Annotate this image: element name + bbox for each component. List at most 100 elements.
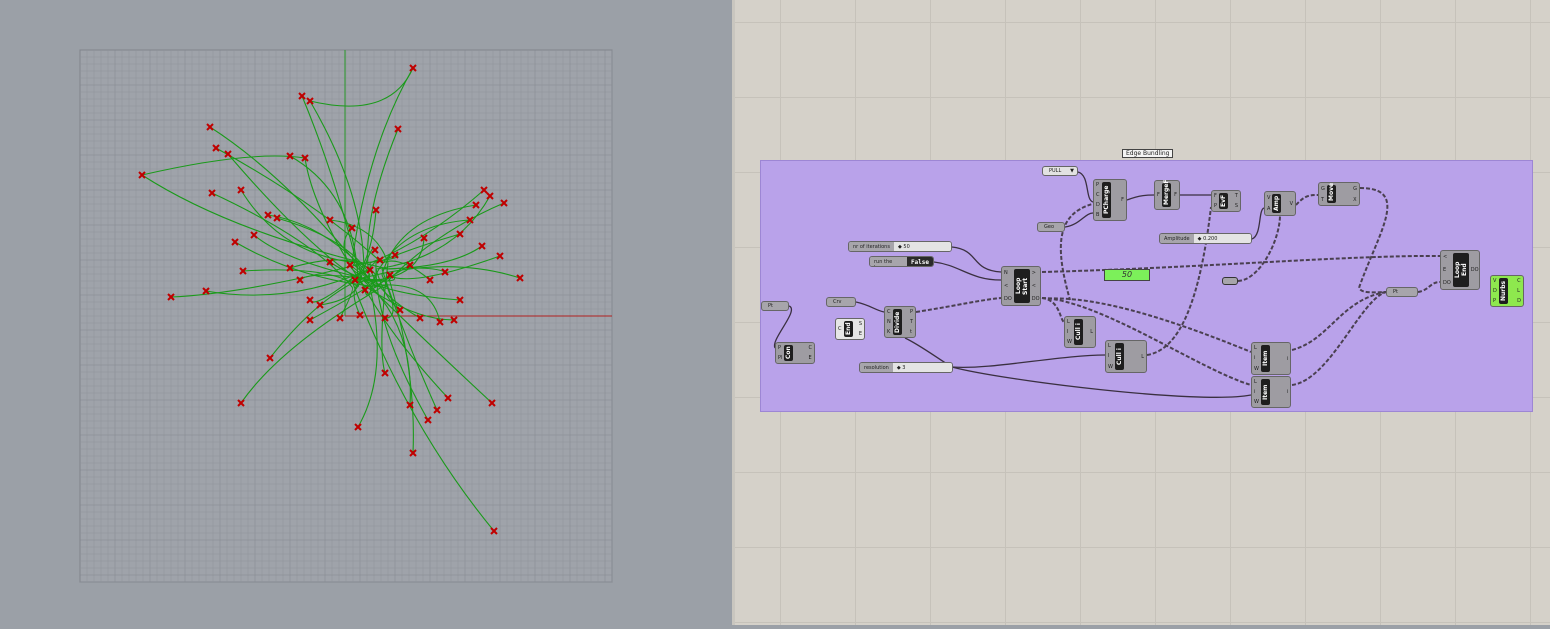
iterations-slider[interactable]: nr of iterations ◆ 50: [848, 241, 952, 252]
relay[interactable]: [1222, 277, 1238, 285]
rhino-viewport[interactable]: [0, 0, 732, 625]
input-port[interactable]: K: [887, 329, 891, 335]
input-port[interactable]: C: [1096, 192, 1100, 198]
output-port[interactable]: i: [1287, 356, 1288, 362]
input-port[interactable]: T: [1321, 197, 1325, 203]
component-divide[interactable]: CNK Divide PTt: [884, 306, 916, 338]
output-port[interactable]: DO: [1471, 267, 1479, 273]
input-port[interactable]: W: [1254, 366, 1259, 372]
component-cull2[interactable]: LIW Cull i L: [1105, 340, 1147, 373]
group-edge-bundling[interactable]: [760, 160, 1533, 412]
input-port[interactable]: DO: [1004, 296, 1012, 302]
output-port[interactable]: D: [1517, 298, 1521, 304]
component-loopstart[interactable]: N < DO Loop Start > < DO: [1001, 266, 1041, 306]
slider-value[interactable]: ◆ 50: [893, 242, 951, 251]
output-port[interactable]: <: [1032, 283, 1040, 289]
input-port[interactable]: P: [1493, 298, 1497, 304]
input-port[interactable]: L: [1067, 319, 1072, 325]
input-port[interactable]: D: [1096, 202, 1100, 208]
component-name: Move: [1326, 182, 1336, 203]
input-port[interactable]: V: [1267, 195, 1270, 201]
output-port[interactable]: S: [859, 321, 862, 327]
input-port[interactable]: A: [1267, 206, 1270, 212]
output-port[interactable]: F: [1174, 192, 1177, 198]
curve-param[interactable]: Crv: [826, 297, 856, 307]
output-port[interactable]: L: [1141, 354, 1144, 360]
input-port[interactable]: I: [1108, 353, 1113, 359]
input-port[interactable]: DO: [1443, 280, 1451, 286]
output-port[interactable]: X: [1353, 197, 1357, 203]
input-port[interactable]: F: [1214, 193, 1217, 199]
input-port[interactable]: G: [1321, 186, 1325, 192]
input-port[interactable]: <: [1004, 283, 1012, 289]
input-port[interactable]: L: [1108, 343, 1113, 349]
slider-value[interactable]: ◆ 3: [892, 363, 952, 372]
input-port[interactable]: P: [1214, 203, 1217, 209]
panel-output[interactable]: 50: [1104, 269, 1150, 281]
input-port[interactable]: E: [1443, 267, 1451, 273]
component-cull1[interactable]: LIW Cull i L: [1064, 316, 1096, 348]
grasshopper-canvas[interactable]: [732, 0, 1550, 625]
input-port[interactable]: i: [1254, 355, 1259, 361]
toggle-value[interactable]: False: [906, 257, 933, 266]
input-port[interactable]: C: [887, 309, 891, 315]
output-port[interactable]: i: [1287, 389, 1288, 395]
output-port[interactable]: L: [1517, 288, 1521, 294]
input-port[interactable]: L: [1254, 345, 1259, 351]
input-port[interactable]: L: [1254, 379, 1259, 385]
component-move[interactable]: GT Move GX: [1318, 182, 1360, 206]
output-port[interactable]: F: [1121, 197, 1124, 203]
input-port[interactable]: <: [1443, 254, 1451, 260]
run-loop-toggle[interactable]: run the loopFalse: [869, 256, 934, 267]
output-port[interactable]: t: [910, 329, 913, 335]
resolution-slider[interactable]: resolution ◆ 3: [859, 362, 953, 373]
slider-label: resolution: [860, 363, 893, 372]
output-port[interactable]: C: [809, 345, 813, 351]
component-item1[interactable]: LiW Item i: [1251, 342, 1291, 375]
input-port[interactable]: P: [1096, 182, 1100, 188]
slider-value[interactable]: ◆ 0.200: [1193, 234, 1251, 243]
output-port[interactable]: DO: [1032, 296, 1040, 302]
input-port[interactable]: I: [1067, 329, 1072, 335]
input-port[interactable]: B: [1096, 212, 1100, 218]
input-port[interactable]: N: [1004, 270, 1012, 276]
component-con[interactable]: P Pl Con CE: [775, 342, 815, 364]
component-mergef[interactable]: F MergeF F: [1154, 180, 1180, 210]
component-amp[interactable]: VA Amp V: [1264, 191, 1296, 216]
value-list-dropdown[interactable]: PULL ▼: [1042, 166, 1078, 176]
component-pcharge[interactable]: PCDB PCharge F: [1093, 179, 1127, 221]
component-item2[interactable]: LiW Item i: [1251, 376, 1291, 408]
output-port[interactable]: T: [1235, 193, 1238, 199]
component-loopend[interactable]: < E DO Loop End DO: [1440, 250, 1480, 290]
amplitude-slider[interactable]: Amplitude ◆ 0.200: [1159, 233, 1252, 244]
input-port[interactable]: N: [887, 319, 891, 325]
output-port[interactable]: C: [1517, 278, 1521, 284]
output-port[interactable]: E: [809, 355, 813, 361]
output-port[interactable]: G: [1353, 186, 1357, 192]
output-port[interactable]: L: [1090, 329, 1093, 335]
component-evf[interactable]: FP EvF TS: [1211, 190, 1241, 212]
output-port[interactable]: V: [1290, 201, 1293, 207]
component-end[interactable]: C End SE: [835, 318, 865, 340]
input-port[interactable]: V: [1493, 278, 1497, 284]
slider-label: nr of iterations: [849, 242, 894, 251]
point-param[interactable]: Pt: [761, 301, 789, 311]
output-port[interactable]: S: [1235, 203, 1238, 209]
output-port[interactable]: E: [859, 331, 862, 337]
input-port[interactable]: Pl: [778, 355, 782, 361]
input-port[interactable]: D: [1493, 288, 1497, 294]
input-port[interactable]: W: [1108, 364, 1113, 370]
input-port[interactable]: i: [1254, 389, 1259, 395]
point-param-relay[interactable]: Pt: [1386, 287, 1418, 297]
geo-param[interactable]: Geo: [1037, 222, 1065, 232]
output-port[interactable]: >: [1032, 270, 1040, 276]
input-port[interactable]: P: [778, 345, 782, 351]
output-port[interactable]: T: [910, 319, 913, 325]
input-port[interactable]: F: [1157, 192, 1160, 198]
input-port[interactable]: W: [1067, 339, 1072, 345]
input-port[interactable]: C: [838, 326, 842, 332]
component-nurbs[interactable]: VDP Nurbs CLD: [1490, 275, 1524, 307]
output-port[interactable]: P: [910, 309, 913, 315]
input-port[interactable]: W: [1254, 399, 1259, 405]
component-name: MergeF: [1161, 179, 1171, 207]
